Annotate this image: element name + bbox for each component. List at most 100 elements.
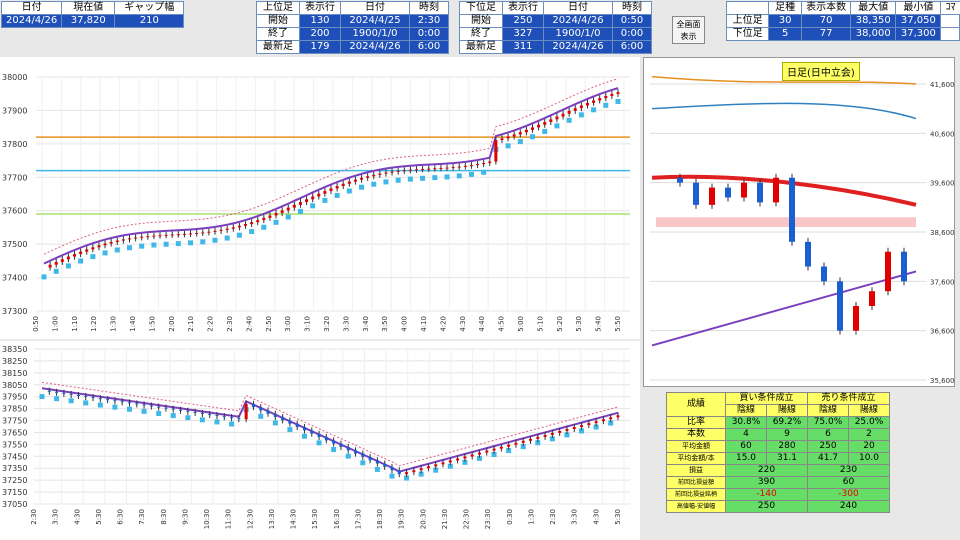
cell: 買い条件成立 xyxy=(725,392,808,405)
candle-body xyxy=(463,165,467,167)
cell: 2:30 xyxy=(409,14,449,28)
candle-body xyxy=(311,196,315,200)
candle-body xyxy=(182,233,186,235)
y-tick-label: 38000 xyxy=(2,73,27,82)
x-tick-label: 1:30 xyxy=(527,509,535,525)
moving-average xyxy=(43,87,619,265)
candle-body xyxy=(103,243,107,246)
x-tick-label: 3:50 xyxy=(381,316,389,332)
x-tick-label: 11:30 xyxy=(225,509,233,529)
candle-body xyxy=(176,234,180,236)
candle-body xyxy=(121,239,125,241)
candle-body xyxy=(127,402,131,404)
cell[interactable]: 327 xyxy=(502,27,544,41)
x-tick-label: 4:30 xyxy=(592,509,600,525)
candle-body xyxy=(186,410,190,412)
candle-body xyxy=(405,472,409,475)
support-marker xyxy=(297,208,303,214)
candle-body xyxy=(201,232,205,234)
candle-body xyxy=(231,227,235,229)
cell: 37,300 xyxy=(895,27,942,41)
x-tick-label: 3:30 xyxy=(342,316,350,332)
candle-body xyxy=(587,423,591,426)
cell: 陰線 xyxy=(807,404,849,417)
support-marker xyxy=(156,410,162,416)
candle-body xyxy=(594,421,598,424)
support-marker xyxy=(481,169,487,175)
x-tick-label: 10:30 xyxy=(203,509,211,529)
candle-body xyxy=(85,249,89,252)
candle-body xyxy=(561,113,565,117)
candle-body xyxy=(73,254,77,257)
support-marker xyxy=(54,396,60,402)
cell[interactable]: 30 xyxy=(768,14,803,28)
support-marker xyxy=(200,239,206,245)
cell: 2024/4/26 xyxy=(543,14,613,28)
support-marker xyxy=(371,181,377,187)
cell[interactable]: 70 xyxy=(801,14,852,28)
support-marker xyxy=(236,232,242,238)
support-marker xyxy=(53,268,59,274)
support-marker xyxy=(214,419,220,425)
candle-body xyxy=(567,110,571,114)
support-marker xyxy=(170,413,176,419)
x-tick-label: 20:30 xyxy=(419,509,427,529)
support-marker xyxy=(272,420,278,426)
x-tick-label: 4:20 xyxy=(439,316,447,332)
cell: 6 xyxy=(807,428,849,441)
candle-body xyxy=(507,444,511,447)
y-tick-label: 37350 xyxy=(2,464,27,473)
cell: 1900/1/0 xyxy=(543,27,613,41)
support-marker xyxy=(68,398,74,404)
x-tick-label: 4:50 xyxy=(498,316,506,332)
candle-body xyxy=(434,464,438,467)
candle-body xyxy=(262,217,266,221)
header-gap: ギャップ幅 xyxy=(114,1,185,15)
support-marker xyxy=(316,440,322,446)
cell: 下位足 xyxy=(725,27,770,41)
x-tick-label: 3:30 xyxy=(52,509,60,525)
candle-body xyxy=(550,432,554,435)
cell[interactable]: 200 xyxy=(299,27,341,41)
cell[interactable]: 77 xyxy=(801,27,852,41)
full-screen-button[interactable]: 全画面 表示 xyxy=(672,16,705,44)
cell[interactable]: 130 xyxy=(299,14,341,28)
candle-body xyxy=(853,306,859,331)
candle-body xyxy=(219,229,223,231)
candle-body xyxy=(266,410,270,414)
candle-body xyxy=(565,429,569,431)
candle-body xyxy=(113,400,117,402)
candle-body xyxy=(317,193,321,197)
candle-body xyxy=(164,234,168,236)
candle-body xyxy=(329,188,333,192)
candle-body xyxy=(448,460,452,463)
cell xyxy=(940,27,960,41)
candle-body xyxy=(323,191,327,194)
candle-body xyxy=(84,396,88,398)
support-marker xyxy=(420,175,426,181)
cell: 230 xyxy=(807,464,890,477)
candle-body xyxy=(158,235,162,237)
candle-body xyxy=(189,233,193,235)
support-marker xyxy=(468,171,474,177)
current-date: 2024/4/26 xyxy=(0,14,63,28)
candle-body xyxy=(54,261,58,265)
cell: 6:00 xyxy=(409,40,449,54)
support-marker xyxy=(360,460,366,466)
cell: 最新足 xyxy=(256,40,300,54)
candle-body xyxy=(66,256,70,260)
cell: 15.0 xyxy=(725,452,767,465)
x-tick-label: 13:30 xyxy=(268,509,276,529)
candle-body xyxy=(222,416,226,418)
candle-body xyxy=(592,100,596,103)
timeframe-settings-table: 足種 表示本数 最大値 最小値 ｺﾏ 上位足 30 70 38,350 37,050 下位足 5 7… xyxy=(725,1,960,41)
candle-body xyxy=(76,394,80,397)
cell[interactable]: 5 xyxy=(768,27,803,41)
lower-chart-panel: 38350 38250 38150 38050 37950 37850 37750 37650… xyxy=(0,341,640,540)
cell[interactable]: 250 xyxy=(502,14,544,28)
cell: 日付 xyxy=(340,1,410,15)
candle-body xyxy=(208,413,212,416)
support-marker xyxy=(505,143,511,149)
candle-body xyxy=(98,398,102,400)
candle-body xyxy=(346,446,350,451)
